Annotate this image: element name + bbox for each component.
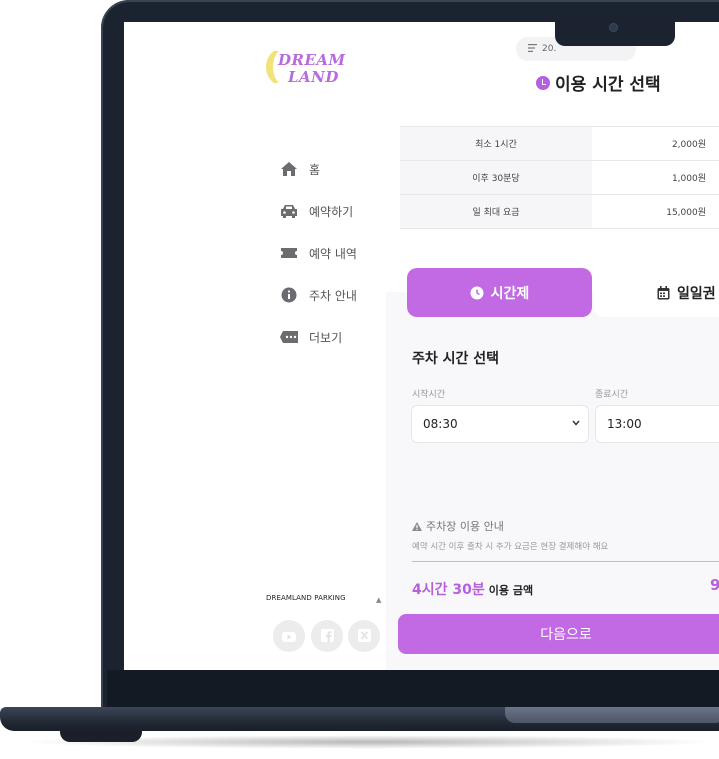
next-button[interactable]: 다음으로 [398, 614, 719, 654]
table-row: 이후 30분당 1,000원 [400, 161, 719, 195]
chevron-down-icon [572, 419, 580, 428]
sidebar-item-label: 예약 내역 [309, 246, 357, 261]
total-summary: 4시간 30분 이용 금액 [412, 579, 533, 599]
laptop-base-notch [505, 707, 719, 723]
total-label: 이용 금액 [488, 584, 534, 597]
fee-label: 이후 30분당 [400, 161, 592, 194]
more-icon [279, 327, 299, 347]
end-time-value: 13:00 [607, 417, 642, 431]
sidebar-item-history[interactable]: 예약 내역 [279, 232, 357, 274]
dreamland-logo[interactable]: DREAM LAND [266, 46, 346, 90]
page-title: 이용 시간 선택 [536, 70, 661, 95]
home-icon [279, 159, 299, 179]
tab-daily-label: 일일권 [677, 285, 716, 302]
fee-label: 일 최대 요금 [400, 195, 592, 228]
sidebar-item-more[interactable]: 더보기 [279, 316, 357, 358]
tab-daily[interactable]: 일일권 [594, 268, 719, 317]
fee-label: 최소 1시간 [400, 127, 592, 160]
section-title: 주차 시간 선택 [412, 351, 500, 367]
camera-notch [555, 18, 675, 46]
fee-value: 2,000원 [671, 140, 706, 150]
youtube-icon [282, 627, 296, 646]
clock-icon [470, 286, 484, 300]
laptop-bottom-bezel [107, 670, 719, 710]
notice-title: 주차장 이용 안내 [412, 518, 504, 534]
logo-line-2: LAND [288, 68, 339, 86]
start-time-value: 08:30 [423, 417, 458, 431]
facebook-icon [320, 627, 334, 646]
sidebar-item-label: 주차 안내 [309, 288, 357, 303]
sidebar-item-label: 홈 [309, 162, 321, 177]
camera-icon [610, 24, 617, 31]
youtube-button[interactable] [273, 620, 305, 652]
warning-icon [412, 521, 422, 531]
laptop-screen: DREAM LAND 홈 예약하기 예약 내역 주차 안내 더보기 DREAML… [124, 22, 719, 670]
info-icon [279, 285, 299, 305]
table-row: 최소 1시간 2,000원 [400, 127, 719, 161]
clock-icon [536, 75, 550, 90]
car-icon [279, 201, 299, 221]
fee-table: 최소 1시간 2,000원 이후 30분당 1,000원 일 최대 요금 15,… [400, 126, 719, 229]
sidebar-item-label: 예약하기 [309, 204, 354, 219]
start-time-label: 시작시간 [412, 390, 446, 400]
laptop-foot [60, 730, 142, 742]
sidebar-item-home[interactable]: 홈 [279, 148, 357, 190]
total-amount: 9 [710, 576, 719, 594]
caret-up-icon[interactable]: ▲ [376, 596, 381, 604]
tab-hourly[interactable]: 시간제 [407, 268, 592, 317]
fee-value: 15,000원 [666, 208, 706, 218]
sidebar-item-guide[interactable]: 주차 안내 [279, 274, 357, 316]
divider [412, 561, 719, 562]
x-button[interactable] [348, 620, 380, 652]
list-icon [528, 43, 537, 55]
end-time-label: 종료시간 [595, 390, 629, 400]
table-row: 일 최대 요금 15,000원 [400, 195, 719, 229]
brand-name: DREAMLAND PARKING [266, 594, 346, 602]
date-chip-text: 20. [542, 44, 557, 54]
x-icon [357, 627, 371, 646]
notice-text: 예약 시간 이후 출차 시 추가 요금은 현장 결제해야 해요 [412, 542, 609, 552]
fee-value: 1,000원 [671, 174, 706, 184]
calendar-icon [656, 285, 670, 300]
notice-title-text: 주차장 이용 안내 [426, 520, 504, 533]
page-title-text: 이용 시간 선택 [555, 75, 661, 95]
ticket-icon [279, 243, 299, 263]
sidebar-item-label: 더보기 [309, 330, 343, 345]
facebook-button[interactable] [311, 620, 343, 652]
duration-value: 4시간 30분 [412, 582, 485, 598]
end-time-select[interactable]: 13:00 [595, 405, 719, 443]
start-time-select[interactable]: 08:30 [411, 405, 589, 443]
tab-hourly-label: 시간제 [490, 285, 530, 302]
sidebar-item-reserve[interactable]: 예약하기 [279, 190, 357, 232]
logo-line-1: DREAM [278, 51, 346, 69]
sidebar-nav: 홈 예약하기 예약 내역 주차 안내 더보기 [279, 148, 357, 358]
